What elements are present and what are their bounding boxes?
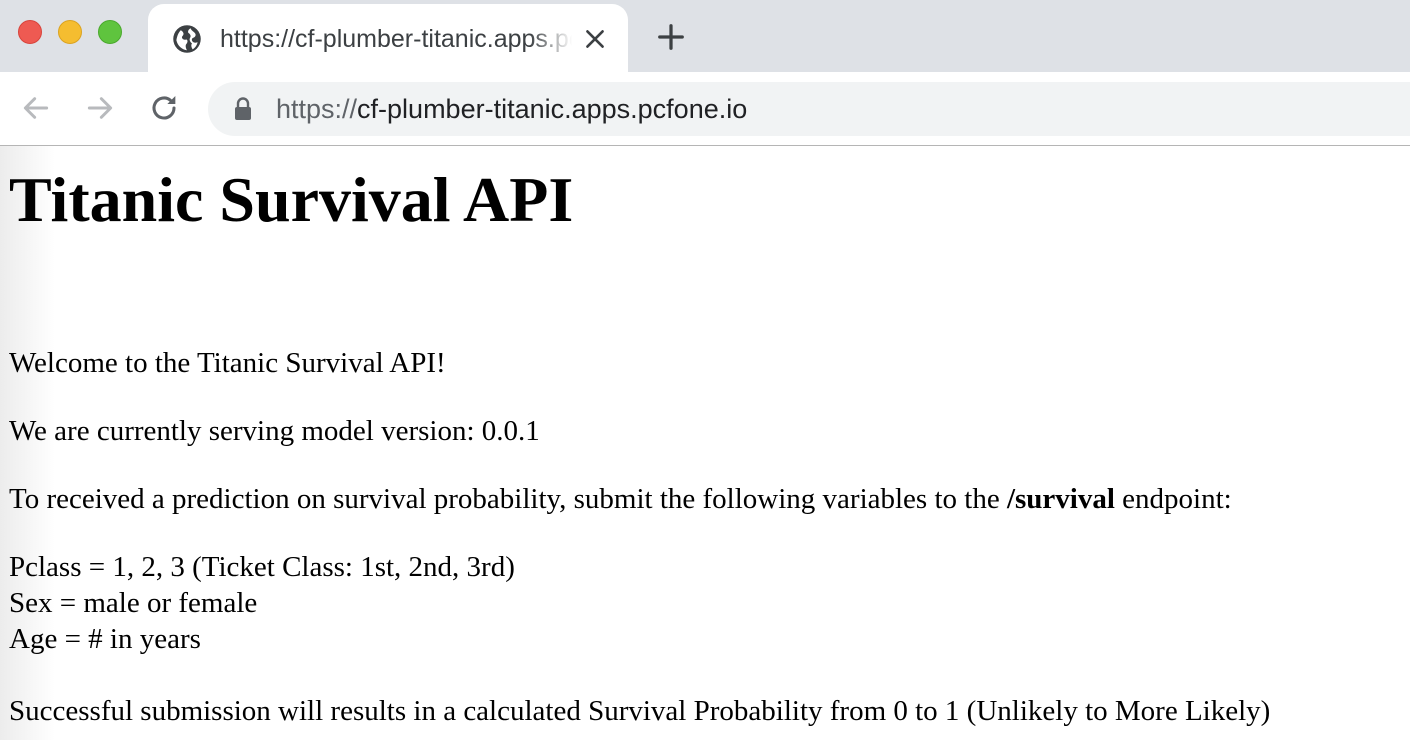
- reload-icon[interactable]: [148, 92, 180, 124]
- endpoint-name: /survival: [1006, 483, 1115, 515]
- result-note-text: Successful submission will results in a …: [9, 695, 1271, 727]
- variable-sex: Sex = male or female: [9, 587, 258, 619]
- page-title: Titanic Survival API: [9, 164, 574, 235]
- page-content: Titanic Survival API Welcome to the Tita…: [0, 146, 1410, 740]
- maximize-window-button[interactable]: [98, 20, 122, 44]
- url-host: cf-plumber-titanic.apps.pcfone.io: [357, 94, 748, 124]
- browser-toolbar: https://cf-plumber-titanic.apps.pcfone.i…: [0, 72, 1410, 146]
- browser-tab[interactable]: https://cf-plumber-titanic.apps.pcfone.i…: [148, 4, 628, 72]
- close-window-button[interactable]: [18, 20, 42, 44]
- close-icon[interactable]: [582, 26, 608, 52]
- arrow-left-icon[interactable]: [20, 92, 52, 124]
- arrow-right-icon[interactable]: [84, 92, 116, 124]
- address-bar[interactable]: https://cf-plumber-titanic.apps.pcfone.i…: [208, 82, 1410, 136]
- instructions-before: To received a prediction on survival pro…: [9, 483, 1007, 515]
- minimize-window-button[interactable]: [58, 20, 82, 44]
- url-text[interactable]: https://cf-plumber-titanic.apps.pcfone.i…: [276, 90, 747, 128]
- globe-icon: [173, 25, 201, 53]
- model-version-text: We are currently serving model version: …: [9, 415, 540, 447]
- url-scheme: https://: [276, 94, 358, 124]
- variable-pclass: Pclass = 1, 2, 3 (Ticket Class: 1st, 2nd…: [9, 551, 515, 583]
- lock-icon[interactable]: [232, 96, 254, 122]
- tab-strip: https://cf-plumber-titanic.apps.pcfone.i…: [0, 0, 1410, 72]
- tab-title: https://cf-plumber-titanic.apps.pcfone.i…: [220, 25, 572, 53]
- plus-icon[interactable]: [656, 22, 686, 52]
- variables-list: Pclass = 1, 2, 3 (Ticket Class: 1st, 2nd…: [9, 549, 515, 657]
- welcome-text: Welcome to the Titanic Survival API!: [9, 347, 446, 379]
- variable-age: Age = # in years: [9, 623, 201, 655]
- instructions-text: To received a prediction on survival pro…: [9, 481, 1232, 517]
- instructions-after: endpoint:: [1114, 483, 1232, 515]
